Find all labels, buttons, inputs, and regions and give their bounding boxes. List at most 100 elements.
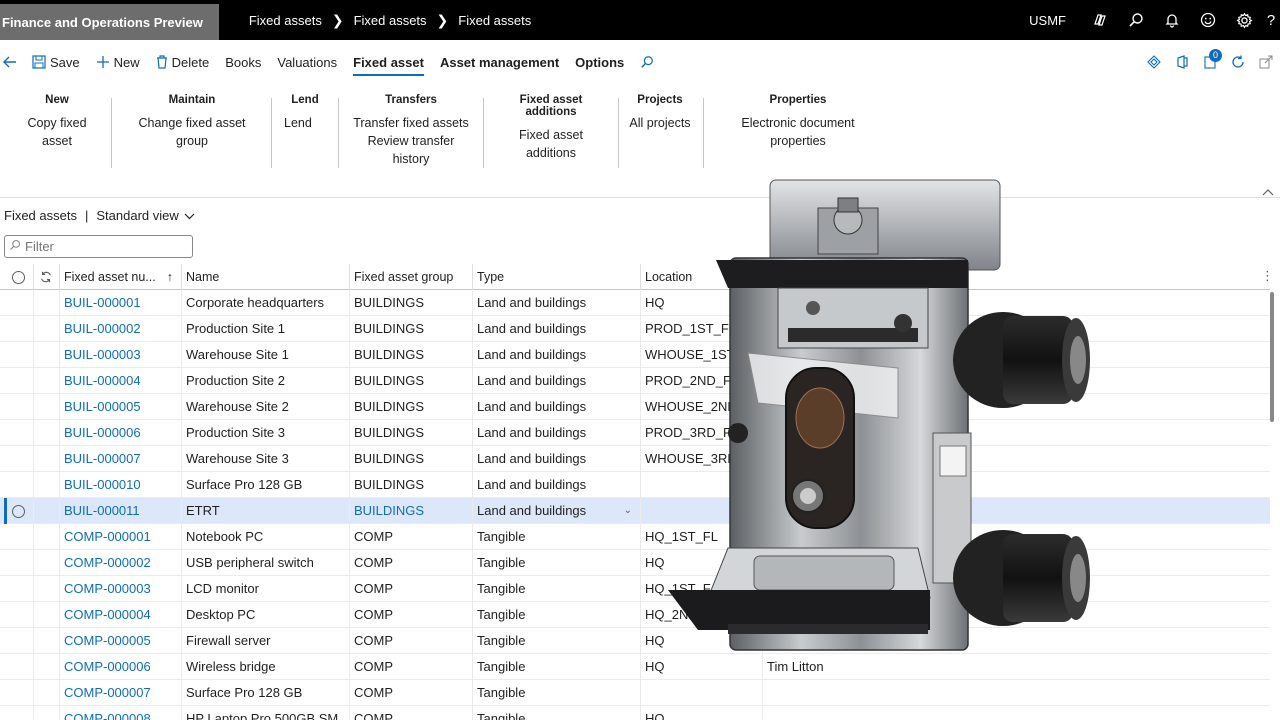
fixed-asset-number-link[interactable]: COMP-000002 bbox=[60, 550, 182, 576]
asset-group-cell[interactable]: COMP bbox=[350, 576, 473, 602]
fixed-asset-number-link[interactable]: BUIL-000010 bbox=[60, 472, 182, 498]
asset-name-cell[interactable]: Warehouse Site 3 bbox=[182, 446, 350, 472]
tab-options[interactable]: Options bbox=[575, 55, 624, 70]
responsible-cell[interactable] bbox=[763, 680, 931, 706]
fixed-asset-number-link[interactable]: COMP-000005 bbox=[60, 628, 182, 654]
office-icon[interactable] bbox=[1168, 55, 1196, 69]
select-all-checkbox[interactable] bbox=[4, 264, 34, 290]
asset-name-cell[interactable]: Surface Pro 128 GB bbox=[182, 680, 350, 706]
asset-type-cell[interactable]: Tangible bbox=[473, 524, 641, 550]
bell-icon[interactable] bbox=[1154, 12, 1190, 28]
chevron-down-icon[interactable]: ⌄ bbox=[624, 498, 632, 524]
asset-type-cell[interactable]: Land and buildings ⌄ bbox=[473, 498, 641, 524]
fixed-asset-number-link[interactable]: COMP-000004 bbox=[60, 602, 182, 628]
electronic-document-properties-button[interactable]: Electronic document properties bbox=[714, 114, 882, 150]
tab-fixed-asset[interactable]: Fixed asset bbox=[353, 55, 424, 76]
asset-group-cell[interactable]: BUILDINGS bbox=[350, 446, 473, 472]
gear-icon[interactable] bbox=[1226, 11, 1262, 29]
search-icon[interactable] bbox=[1118, 12, 1154, 28]
view-selector[interactable]: Standard view bbox=[96, 208, 178, 223]
asset-type-cell[interactable]: Tangible bbox=[473, 628, 641, 654]
back-button[interactable] bbox=[2, 55, 22, 69]
table-row[interactable]: COMP-000007 Surface Pro 128 GB COMP Tangibl… bbox=[0, 680, 1270, 706]
row-select-radio[interactable] bbox=[4, 394, 34, 420]
fixed-asset-number-link[interactable]: BUIL-000002 bbox=[60, 316, 182, 342]
column-header-fixed-asset-group[interactable]: Fixed asset group bbox=[350, 264, 473, 290]
asset-group-cell[interactable]: COMP bbox=[350, 628, 473, 654]
all-projects-button[interactable]: All projects bbox=[628, 114, 692, 132]
asset-name-cell[interactable]: Notebook PC bbox=[182, 524, 350, 550]
row-select-radio[interactable] bbox=[4, 420, 34, 446]
asset-group-cell[interactable]: BUILDINGS bbox=[350, 472, 473, 498]
filter-input[interactable] bbox=[25, 239, 185, 254]
fixed-asset-number-link[interactable]: COMP-000006 bbox=[60, 654, 182, 680]
action-search-button[interactable] bbox=[640, 55, 658, 69]
asset-name-cell[interactable]: ETRT bbox=[182, 498, 350, 524]
save-button[interactable]: Save bbox=[32, 55, 80, 70]
fixed-asset-number-link[interactable]: BUIL-000011 bbox=[60, 498, 182, 524]
app-title[interactable]: Finance and Operations Preview bbox=[0, 4, 219, 40]
company-picker[interactable]: USMF bbox=[1029, 13, 1066, 28]
asset-group-cell[interactable]: BUILDINGS bbox=[350, 420, 473, 446]
fixed-asset-number-link[interactable]: BUIL-000003 bbox=[60, 342, 182, 368]
asset-name-cell[interactable]: Production Site 1 bbox=[182, 316, 350, 342]
asset-name-cell[interactable]: HP Laptop Pro 500GB SM bbox=[182, 706, 350, 720]
asset-type-cell[interactable]: Land and buildings bbox=[473, 368, 641, 394]
fixed-asset-number-link[interactable]: COMP-000001 bbox=[60, 524, 182, 550]
asset-group-cell[interactable]: BUILDINGS bbox=[350, 342, 473, 368]
row-select-radio[interactable] bbox=[4, 524, 34, 550]
asset-name-cell[interactable]: Wireless bridge bbox=[182, 654, 350, 680]
power-apps-icon[interactable] bbox=[1140, 55, 1168, 69]
row-select-radio[interactable] bbox=[4, 550, 34, 576]
chevron-down-icon[interactable] bbox=[184, 208, 195, 223]
row-select-radio[interactable] bbox=[4, 602, 34, 628]
asset-group-cell[interactable]: BUILDINGS bbox=[350, 394, 473, 420]
asset-type-cell[interactable]: Land and buildings bbox=[473, 446, 641, 472]
asset-name-cell[interactable]: Warehouse Site 1 bbox=[182, 342, 350, 368]
asset-name-cell[interactable]: Warehouse Site 2 bbox=[182, 394, 350, 420]
open-new-window-icon[interactable] bbox=[1252, 55, 1280, 69]
asset-name-cell[interactable]: Corporate headquarters bbox=[182, 290, 350, 316]
asset-group-cell[interactable]: BUILDINGS bbox=[350, 368, 473, 394]
asset-name-cell[interactable]: USB peripheral switch bbox=[182, 550, 350, 576]
asset-name-cell[interactable]: LCD monitor bbox=[182, 576, 350, 602]
asset-group-cell[interactable]: COMP bbox=[350, 602, 473, 628]
lend-button[interactable]: Lend bbox=[284, 114, 326, 132]
asset-group-cell[interactable]: BUILDINGS bbox=[350, 290, 473, 316]
column-header-type[interactable]: Type bbox=[473, 264, 641, 290]
tab-asset-management[interactable]: Asset management bbox=[440, 55, 559, 70]
asset-name-cell[interactable]: Production Site 2 bbox=[182, 368, 350, 394]
asset-group-cell[interactable]: COMP bbox=[350, 654, 473, 680]
collapse-ribbon-icon[interactable] bbox=[1262, 184, 1274, 199]
asset-type-cell[interactable]: Tangible bbox=[473, 550, 641, 576]
breadcrumb-item[interactable]: Fixed assets bbox=[249, 13, 322, 28]
row-select-radio[interactable] bbox=[4, 446, 34, 472]
valuations-button[interactable]: Valuations bbox=[277, 55, 337, 70]
fixed-asset-number-link[interactable]: BUIL-000006 bbox=[60, 420, 182, 446]
asset-type-cell[interactable]: Tangible bbox=[473, 706, 641, 720]
books-button[interactable]: Books bbox=[225, 55, 261, 70]
breadcrumb-item[interactable]: Fixed assets bbox=[458, 13, 531, 28]
transfer-fixed-assets-button[interactable]: Transfer fixed assets bbox=[350, 114, 472, 132]
breadcrumb-item[interactable]: Fixed assets bbox=[354, 13, 427, 28]
more-options-icon[interactable]: ⋮ bbox=[1261, 268, 1274, 284]
column-header-fixed-asset-number[interactable]: Fixed asset nu... ↑ bbox=[60, 264, 182, 290]
fixed-asset-number-link[interactable]: BUIL-000004 bbox=[60, 368, 182, 394]
fixed-asset-number-link[interactable]: BUIL-000005 bbox=[60, 394, 182, 420]
help-icon[interactable]: ? bbox=[1262, 12, 1280, 29]
fixed-asset-number-link[interactable]: COMP-000003 bbox=[60, 576, 182, 602]
new-button[interactable]: New bbox=[96, 55, 140, 70]
asset-location-cell[interactable] bbox=[641, 680, 763, 706]
fixed-asset-number-link[interactable]: COMP-000007 bbox=[60, 680, 182, 706]
asset-name-cell[interactable]: Production Site 3 bbox=[182, 420, 350, 446]
fixed-asset-number-link[interactable]: COMP-000008 bbox=[60, 706, 182, 720]
asset-group-cell[interactable]: COMP bbox=[350, 680, 473, 706]
attachments-icon[interactable]: 0 bbox=[1196, 49, 1224, 69]
review-transfer-history-button[interactable]: Review transfer history bbox=[350, 132, 472, 168]
asset-type-cell[interactable]: Land and buildings bbox=[473, 316, 641, 342]
row-select-radio[interactable] bbox=[4, 654, 34, 680]
row-select-radio[interactable] bbox=[4, 342, 34, 368]
fixed-asset-number-link[interactable]: BUIL-000007 bbox=[60, 446, 182, 472]
table-row[interactable]: COMP-000008 HP Laptop Pro 500GB SM COMP Tan… bbox=[0, 706, 1270, 720]
delete-button[interactable]: Delete bbox=[156, 55, 209, 70]
